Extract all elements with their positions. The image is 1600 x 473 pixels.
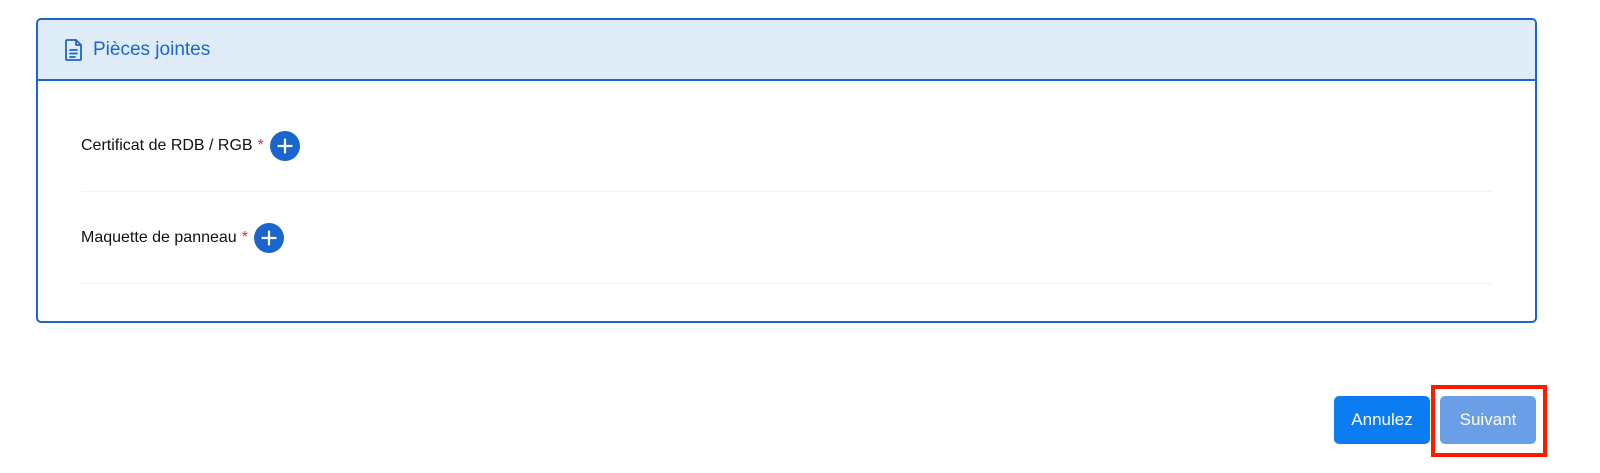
cancel-button[interactable]: Annulez	[1334, 396, 1430, 444]
document-icon	[64, 38, 84, 62]
attachment-row-certificat: Certificat de RDB / RGB *	[81, 100, 1492, 192]
page: Pièces jointes Certificat de RDB / RGB *…	[0, 0, 1600, 473]
attachment-label: Maquette de panneau	[81, 228, 237, 246]
panel-body: Certificat de RDB / RGB * Maquette de pa…	[38, 100, 1535, 284]
plus-circle-icon	[277, 137, 293, 154]
add-maquette-button[interactable]	[253, 222, 284, 253]
attachment-row-maquette: Maquette de panneau *	[81, 192, 1492, 284]
next-button[interactable]: Suivant	[1440, 396, 1536, 444]
required-marker: *	[257, 136, 264, 154]
add-certificat-button[interactable]	[269, 130, 300, 161]
panel-header: Pièces jointes	[38, 20, 1535, 81]
panel-title: Pièces jointes	[93, 38, 211, 60]
attachments-panel: Pièces jointes Certificat de RDB / RGB *…	[36, 18, 1537, 323]
required-marker: *	[241, 228, 248, 246]
plus-circle-icon	[261, 229, 277, 246]
attachment-label: Certificat de RDB / RGB	[81, 136, 253, 154]
